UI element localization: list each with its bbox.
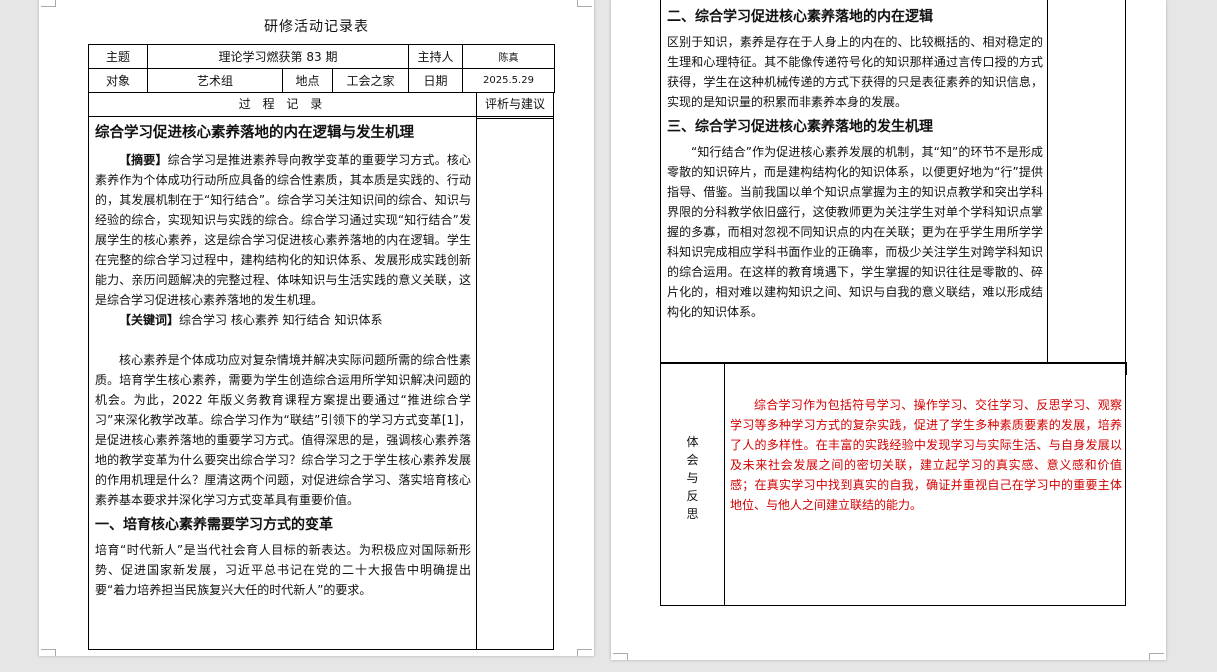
reflection-label-char: 反	[686, 489, 699, 503]
section-1-heading: 一、培育核心素养需要学习方式的变革	[95, 517, 333, 533]
reflection-label-char: 与	[686, 471, 699, 485]
intro-paragraph: 核心素养是个体成功应对复杂情境并解决实际问题所需的综合性素质。培育学生核心素养，…	[95, 353, 471, 507]
crop-mark	[577, 649, 592, 656]
section-3-paragraph: “知行结合”作为促进核心素养发展的机制，其“知”的环节不是形成零散的知识碎片，而…	[667, 145, 1043, 319]
audience-value[interactable]: 艺术组	[147, 68, 283, 93]
section-1-paragraph: 培育“时代新人”是当代社会育人目标的新表达。为积极应对国际新形势、促进国家新发展…	[95, 543, 471, 597]
place-value[interactable]: 工会之家	[332, 68, 409, 93]
keywords-text: 综合学习 核心素养 知行结合 知识体系	[179, 313, 383, 327]
text-cursor	[1126, 362, 1127, 375]
info-table: 主题 理论学习燃获第 83 期 主持人 陈真 对象 艺术组 地点 工会之家 日期…	[88, 44, 555, 93]
article-body[interactable]: 综合学习促进核心素养落地的内在逻辑与发生机理 【摘要】综合学习是推进素养导向教学…	[95, 122, 471, 600]
keywords-tag: 【关键词】	[119, 313, 180, 327]
abstract-text: 综合学习是推进素养导向教学变革的重要学习方式。核心素养作为个体成功行动所应具备的…	[95, 153, 471, 307]
date-value[interactable]: 2025.5.29	[462, 68, 555, 93]
document-page-1: 研修活动记录表 主题 理论学习燃获第 83 期 主持人 陈真 对象 艺术组 地点…	[39, 0, 594, 656]
crop-mark	[613, 653, 628, 660]
place-label: 地点	[282, 68, 333, 93]
section-3-heading: 三、综合学习促进核心素养落地的发生机理	[667, 119, 933, 135]
process-record-continued: 二、综合学习促进核心素养落地的内在逻辑 区别于知识，素养是存在于人身上的内在的、…	[660, 0, 1126, 364]
article-continued[interactable]: 二、综合学习促进核心素养落地的内在逻辑 区别于知识，素养是存在于人身上的内在的、…	[667, 6, 1043, 326]
reflection-label-char: 体	[686, 435, 699, 449]
form-title: 研修活动记录表	[264, 19, 369, 35]
topic-label: 主题	[88, 44, 148, 69]
keywords-paragraph: 【关键词】综合学习 核心素养 知行结合 知识体系	[95, 310, 471, 330]
section-2-heading: 二、综合学习促进核心素养落地的内在逻辑	[667, 9, 933, 25]
reflection-label-char: 会	[686, 453, 699, 467]
process-record-table: 过 程 记 录 评析与建议 综合学习促进核心素养落地的内在逻辑与发生机理 【摘要…	[88, 93, 554, 650]
process-header: 过 程 记 录	[238, 97, 327, 111]
abstract-tag: 【摘要】	[119, 153, 168, 167]
date-label: 日期	[408, 68, 463, 93]
reflection-label: 体 会 与 反 思	[661, 433, 724, 523]
article-title: 综合学习促进核心素养落地的内在逻辑与发生机理	[95, 125, 414, 141]
topic-value[interactable]: 理论学习燃获第 83 期	[147, 44, 409, 69]
audience-label: 对象	[88, 68, 148, 93]
abstract-paragraph: 【摘要】综合学习是推进素养导向教学变革的重要学习方式。核心素养作为个体成功行动所…	[95, 150, 471, 310]
crop-mark	[41, 649, 56, 656]
reflection-label-char: 思	[686, 507, 699, 521]
reflection-text[interactable]: 综合学习作为包括符号学习、操作学习、交往学习、反思学习、观察学习等多种学习方式的…	[730, 395, 1122, 515]
host-label: 主持人	[408, 44, 463, 69]
crop-mark	[577, 0, 592, 7]
host-value[interactable]: 陈真	[462, 44, 555, 69]
comment-header: 评析与建议	[484, 97, 545, 111]
reflection-table: 体 会 与 反 思 综合学习作为包括符号学习、操作学习、交往学习、反思学习、观察…	[660, 362, 1126, 606]
crop-mark	[1149, 653, 1164, 660]
document-page-2: 二、综合学习促进核心素养落地的内在逻辑 区别于知识，素养是存在于人身上的内在的、…	[611, 0, 1166, 660]
section-2-paragraph: 区别于知识，素养是存在于人身上的内在的、比较概括的、相对稳定的生理和心理特征。其…	[667, 35, 1043, 109]
crop-mark	[41, 0, 56, 7]
